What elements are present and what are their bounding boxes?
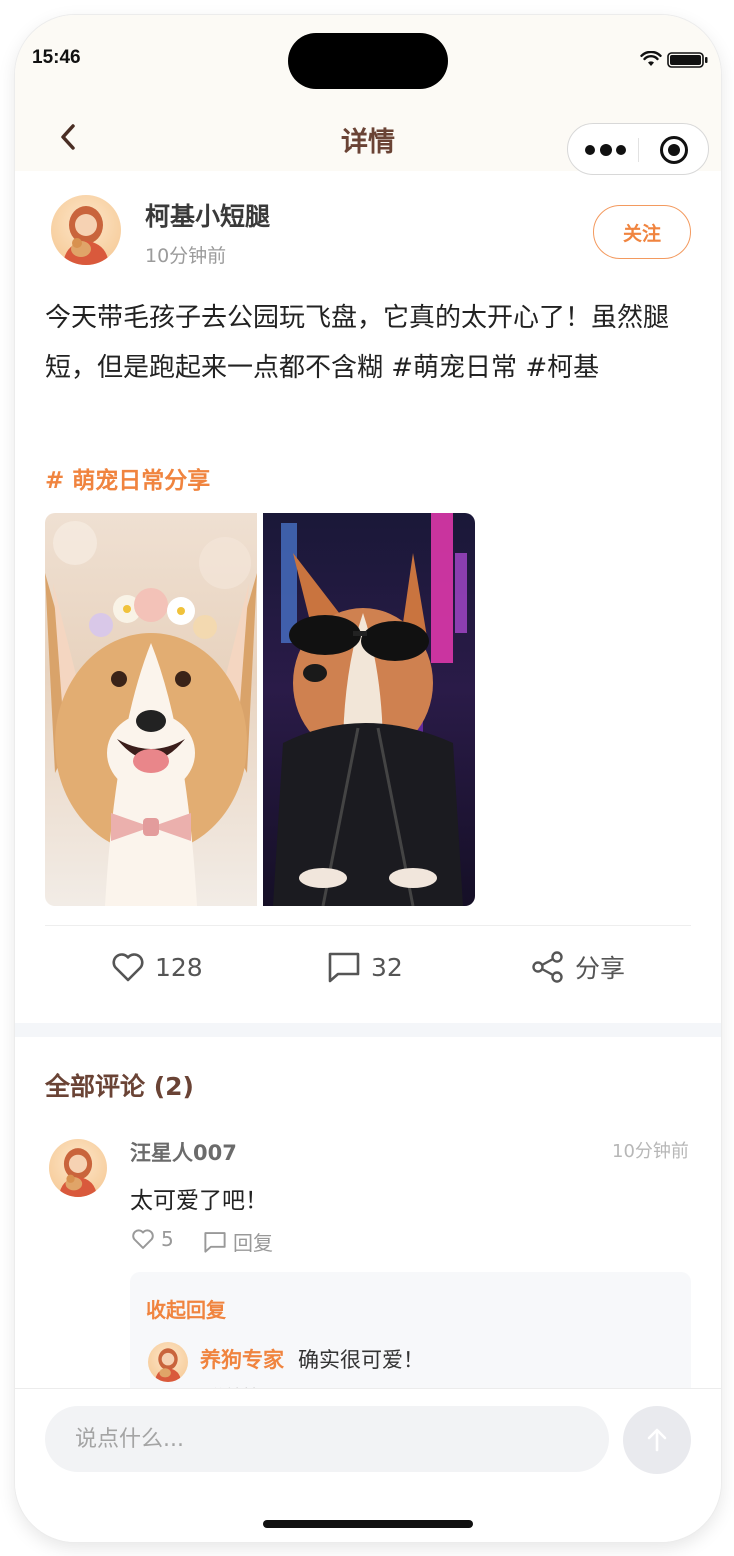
comment-input[interactable] (45, 1406, 609, 1472)
reply-text: 确实很可爱！ (298, 1348, 424, 1372)
send-button[interactable] (623, 1406, 691, 1474)
arrow-up-icon (647, 1428, 667, 1452)
section-divider (15, 1023, 721, 1037)
comment-icon (204, 1231, 226, 1253)
commenter-name[interactable]: 汪星人007 (130, 1137, 237, 1167)
avatar-illustration (154, 1348, 182, 1382)
status-time: 15:46 (32, 47, 81, 68)
comment-input-bar (15, 1388, 721, 1542)
author-avatar[interactable] (51, 195, 121, 265)
post-time: 10分钟前 (145, 245, 227, 267)
capsule-divider (638, 138, 639, 162)
commenter-avatar[interactable] (49, 1139, 107, 1197)
follow-button[interactable]: 关注 (593, 205, 691, 259)
more-icon[interactable] (585, 140, 629, 160)
nav-bar: 详情 (15, 103, 721, 175)
comment-icon (328, 952, 360, 983)
close-miniprogram-icon[interactable] (660, 136, 688, 164)
replier-name[interactable]: 养狗专家 (200, 1344, 284, 1374)
post-content: 今天带毛孩子去公园玩飞盘，它真的太开心了！虽然腿短，但是跑起来一点都不含糊 #萌… (45, 303, 670, 383)
comment-button[interactable]: 32 (327, 947, 403, 987)
avatar-illustration (58, 1148, 98, 1197)
comment-text: 太可爱了吧！ (130, 1188, 268, 1214)
wifi-icon (640, 51, 662, 66)
share-label: 分享 (575, 954, 626, 983)
heart-icon (112, 953, 144, 982)
actions-divider (45, 925, 691, 926)
share-button[interactable]: 分享 (531, 947, 625, 987)
battery-icon (667, 52, 708, 68)
reply-label: 回复 (233, 1231, 273, 1255)
phone-screen: 15:46 详情 柯基小短腿 10分钟前 关注 今天带毛孩子去公园玩飞盘，它真的… (15, 15, 721, 1542)
like-button[interactable]: 128 (111, 947, 203, 987)
avatar-illustration (63, 206, 109, 265)
comments-title: 全部评论 (2) (45, 1072, 194, 1101)
comment-like-button[interactable]: 5 (131, 1227, 174, 1251)
dynamic-island (288, 33, 448, 89)
like-count: 128 (155, 952, 203, 982)
topic-tag[interactable]: # 萌宠日常分享 (45, 461, 210, 495)
comment-like-count: 5 (161, 1227, 174, 1251)
post-photo-cool-corgi[interactable] (263, 513, 475, 906)
replier-avatar[interactable] (148, 1342, 188, 1382)
share-icon (532, 951, 563, 983)
home-indicator (263, 1520, 473, 1528)
comment-count: 32 (371, 952, 403, 982)
collapse-replies-button[interactable]: 收起回复 (146, 1294, 226, 1323)
post-photo-flower-corgi[interactable] (45, 513, 257, 906)
comment-time: 10分钟前 (612, 1141, 689, 1162)
miniprogram-capsule (567, 123, 709, 175)
corgi-sunglasses-jacket-image (273, 513, 467, 906)
corgi-flower-crown-image (45, 521, 257, 906)
flower-crown (89, 588, 217, 639)
comment-reply-button[interactable]: 回复 (203, 1227, 273, 1256)
heart-icon (132, 1229, 154, 1249)
reply-thread: 收起回复 养狗专家 确实很可爱！ 5分钟前 (130, 1272, 691, 1402)
author-name[interactable]: 柯基小短腿 (145, 197, 270, 233)
status-bar: 15:46 (15, 15, 721, 103)
